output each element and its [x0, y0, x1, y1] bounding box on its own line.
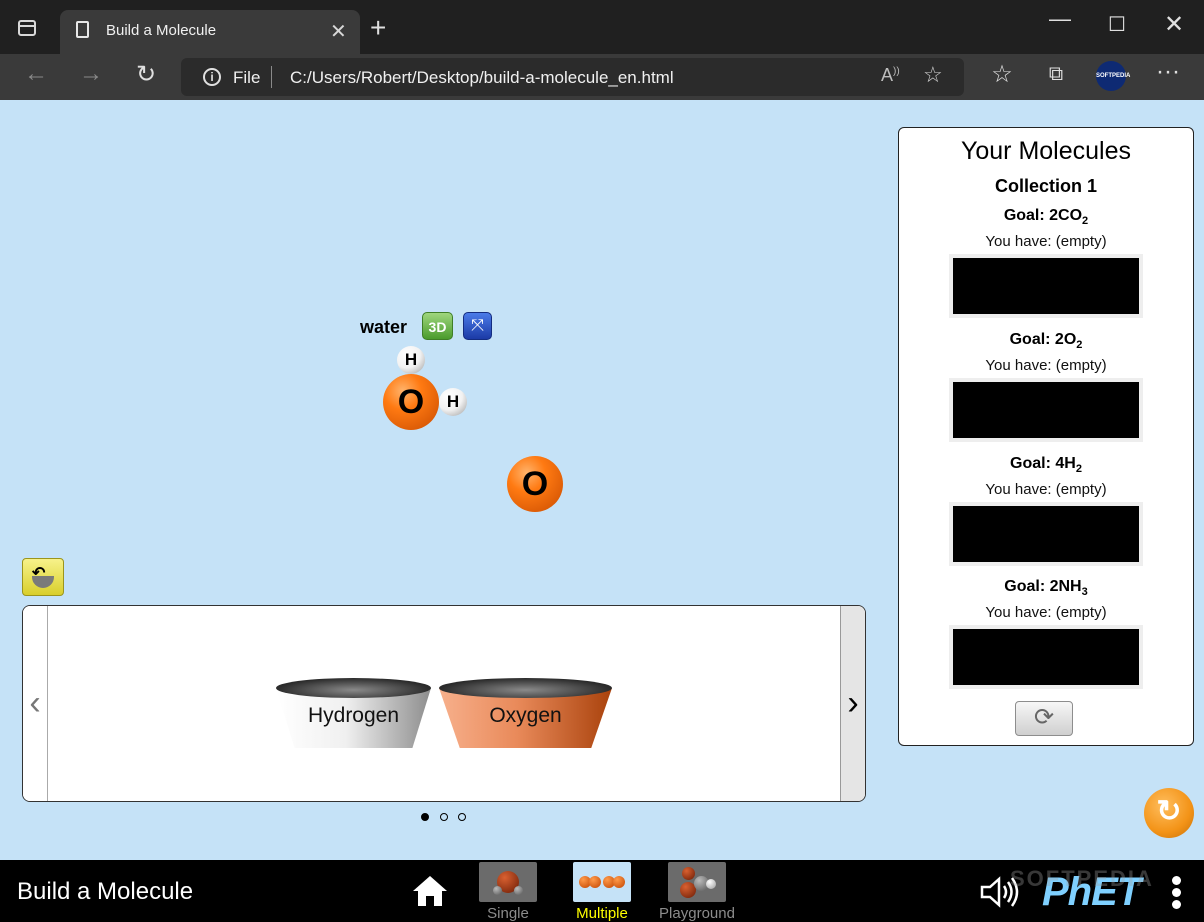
reset-all-button[interactable]: ↻ — [1144, 788, 1194, 838]
goal-have-text: You have: (empty) — [985, 357, 1107, 375]
close-tab-icon[interactable]: ✕ — [330, 19, 347, 44]
sim-area: water 3D ⤧ O H H O ↶ ‹ Hydrogen Oxygen ›… — [0, 100, 1204, 860]
tab-title: Build a Molecule — [106, 22, 217, 39]
more-menu-icon[interactable]: ··· — [1150, 58, 1186, 86]
reset-all-icon: ↻ — [1156, 795, 1182, 828]
window-close-icon[interactable]: ✕ — [1154, 10, 1194, 39]
break-apart-button[interactable]: ⤧ — [463, 312, 492, 340]
oxygen-bucket[interactable]: Oxygen — [439, 678, 612, 748]
goal-item: Goal: 2CO2 You have: (empty) — [899, 207, 1193, 319]
goal-have-text: You have: (empty) — [985, 233, 1107, 251]
bucket-rim — [276, 678, 431, 698]
bucket-label: Hydrogen — [307, 704, 400, 727]
new-tab-icon[interactable]: + — [370, 14, 386, 42]
url-text[interactable]: C:/Users/Robert/Desktop/build-a-molecule… — [290, 68, 674, 88]
molecule-name-label: water — [360, 317, 408, 337]
kit-panel: ‹ Hydrogen Oxygen › — [22, 605, 866, 802]
screen-playground-button[interactable]: Playground — [658, 862, 736, 922]
kit-next-button[interactable]: › — [840, 606, 865, 801]
multiple-screen-icon — [573, 862, 631, 902]
hydrogen-atom[interactable]: H — [439, 388, 467, 416]
address-separator — [271, 66, 272, 88]
browser-titlebar: Build a Molecule ✕ + — ☐ ✕ — [0, 0, 1204, 54]
goal-label: Goal: 4H2 — [1010, 455, 1082, 476]
reset-collection-button[interactable]: ⟳ — [1015, 701, 1073, 736]
collection-name: Collection 1 — [994, 176, 1097, 196]
return-atoms-button[interactable]: ↶ — [22, 558, 64, 596]
refresh-icon[interactable]: ↻ — [128, 60, 164, 89]
goal-item: Goal: 2NH3 You have: (empty) — [899, 578, 1193, 690]
bucket-label: Oxygen — [489, 704, 562, 727]
goal-label: Goal: 2CO2 — [1003, 207, 1089, 228]
add-favorite-icon[interactable]: ☆ — [923, 62, 943, 88]
screen-multiple-button[interactable]: Multiple — [563, 862, 641, 922]
hydrogen-atom[interactable]: H — [397, 346, 425, 374]
address-bar[interactable]: i File C:/Users/Robert/Desktop/build-a-m… — [181, 58, 964, 96]
screen-single-button[interactable]: Single — [469, 862, 547, 922]
forward-icon[interactable]: → — [73, 60, 109, 88]
watermark: SOFTPEDIA — [1010, 866, 1154, 891]
oxygen-atom[interactable]: O — [507, 456, 563, 512]
kit-page-dot[interactable] — [440, 813, 448, 821]
kit-page-dot-active[interactable] — [421, 813, 429, 821]
collection-title: Your Molecules — [960, 137, 1131, 165]
goal-label: Goal: 2NH3 — [1004, 578, 1088, 599]
browser-tab[interactable]: Build a Molecule ✕ — [60, 10, 360, 54]
goal-have-text: You have: (empty) — [985, 481, 1107, 499]
phet-menu-icon[interactable] — [1172, 876, 1182, 912]
bucket-rim — [439, 678, 612, 698]
maximize-icon[interactable]: ☐ — [1097, 12, 1137, 37]
site-info-icon[interactable]: i — [203, 68, 221, 86]
screen-label: Multiple — [576, 905, 628, 922]
break-apart-icon: ⤧ — [471, 317, 484, 334]
tab-actions-icon[interactable] — [18, 20, 36, 36]
goal-label: Goal: 2O2 — [1009, 331, 1083, 352]
favorites-icon[interactable]: ☆ — [984, 60, 1020, 89]
minimize-icon[interactable]: — — [1040, 6, 1080, 32]
hydrogen-bucket[interactable]: Hydrogen — [276, 678, 431, 748]
kit-prev-button[interactable]: ‹ — [23, 606, 48, 801]
goal-collection-slot[interactable] — [949, 502, 1143, 567]
home-icon[interactable] — [411, 874, 449, 908]
goal-have-text: You have: (empty) — [985, 604, 1107, 622]
collections-icon[interactable]: ⧉ — [1038, 63, 1074, 86]
browser-toolbar: ← → ↻ i File C:/Users/Robert/Desktop/bui… — [0, 54, 1204, 100]
read-aloud-icon[interactable]: A)) — [881, 65, 900, 86]
page-icon — [76, 21, 89, 38]
collection-box: Your Molecules Collection 1 Goal: 2CO2 Y… — [898, 127, 1194, 746]
bucket-icon — [32, 576, 54, 588]
kit-page-dot[interactable] — [458, 813, 466, 821]
view-3d-button[interactable]: 3D — [422, 312, 453, 340]
single-screen-icon — [479, 862, 537, 902]
screen-label: Single — [487, 905, 529, 922]
goal-collection-slot[interactable] — [949, 254, 1143, 319]
scheme-label: File — [233, 68, 261, 87]
back-icon[interactable]: ← — [18, 60, 54, 88]
profile-avatar[interactable]: SOFTPEDIA — [1096, 61, 1130, 91]
goal-collection-slot[interactable] — [949, 378, 1143, 443]
goal-item: Goal: 4H2 You have: (empty) — [899, 455, 1193, 567]
goal-item: Goal: 2O2 You have: (empty) — [899, 331, 1193, 443]
screen-label: Playground — [659, 905, 735, 922]
playground-screen-icon — [668, 862, 726, 902]
sim-title: Build a Molecule — [17, 878, 194, 905]
refresh-icon: ⟳ — [1033, 704, 1055, 731]
oxygen-atom[interactable]: O — [383, 374, 439, 430]
goal-collection-slot[interactable] — [949, 625, 1143, 690]
